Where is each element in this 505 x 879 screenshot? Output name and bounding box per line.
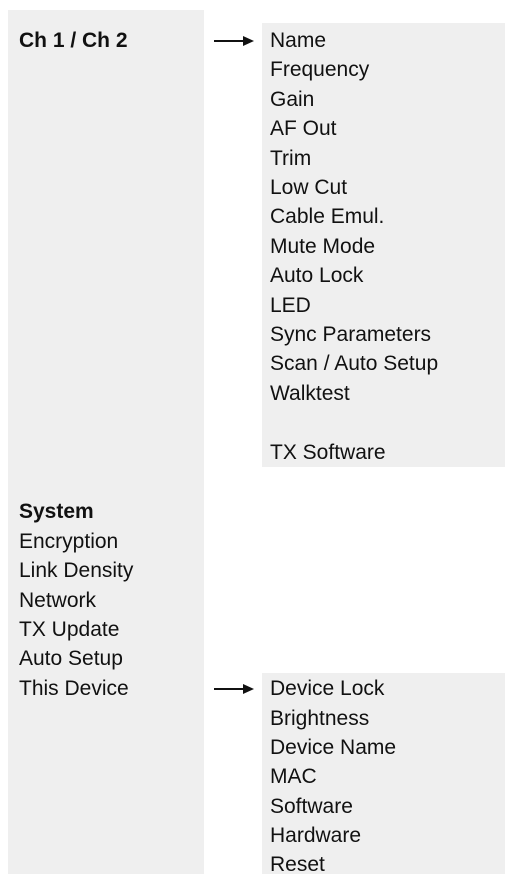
device-item-reset[interactable]: Reset bbox=[270, 850, 325, 879]
submenu-item-low-cut[interactable]: Low Cut bbox=[270, 173, 347, 202]
main-menu-panel bbox=[8, 10, 204, 874]
submenu-item-name[interactable]: Name bbox=[270, 26, 326, 55]
submenu-item-scan-auto-setup[interactable]: Scan / Auto Setup bbox=[270, 349, 438, 378]
submenu-item-led[interactable]: LED bbox=[270, 291, 311, 320]
system-item-link-density[interactable]: Link Density bbox=[19, 556, 133, 585]
submenu-item-tx-software[interactable]: TX Software bbox=[270, 438, 386, 467]
system-item-encryption[interactable]: Encryption bbox=[19, 527, 118, 556]
device-item-device-name[interactable]: Device Name bbox=[270, 733, 396, 762]
submenu-item-trim[interactable]: Trim bbox=[270, 144, 311, 173]
system-item-auto-setup[interactable]: Auto Setup bbox=[19, 644, 123, 673]
arrow-right-icon bbox=[214, 36, 254, 46]
arrow-right-icon bbox=[214, 684, 254, 694]
submenu-item-cable-emul[interactable]: Cable Emul. bbox=[270, 202, 384, 231]
system-item-network[interactable]: Network bbox=[19, 586, 96, 615]
device-item-device-lock[interactable]: Device Lock bbox=[270, 674, 384, 703]
submenu-item-frequency[interactable]: Frequency bbox=[270, 55, 369, 84]
channel-heading: Ch 1 / Ch 2 bbox=[19, 29, 128, 52]
system-heading: System bbox=[19, 500, 94, 523]
submenu-item-mute-mode[interactable]: Mute Mode bbox=[270, 232, 375, 261]
submenu-item-walktest[interactable]: Walktest bbox=[270, 379, 350, 408]
device-item-software[interactable]: Software bbox=[270, 792, 353, 821]
system-item-tx-update[interactable]: TX Update bbox=[19, 615, 119, 644]
system-item-this-device[interactable]: This Device bbox=[19, 674, 129, 703]
submenu-item-auto-lock[interactable]: Auto Lock bbox=[270, 261, 363, 290]
submenu-item-sync-parameters[interactable]: Sync Parameters bbox=[270, 320, 431, 349]
submenu-item-gain[interactable]: Gain bbox=[270, 85, 314, 114]
device-item-hardware[interactable]: Hardware bbox=[270, 821, 361, 850]
device-item-brightness[interactable]: Brightness bbox=[270, 704, 369, 733]
submenu-item-af-out[interactable]: AF Out bbox=[270, 114, 337, 143]
device-item-mac[interactable]: MAC bbox=[270, 762, 317, 791]
